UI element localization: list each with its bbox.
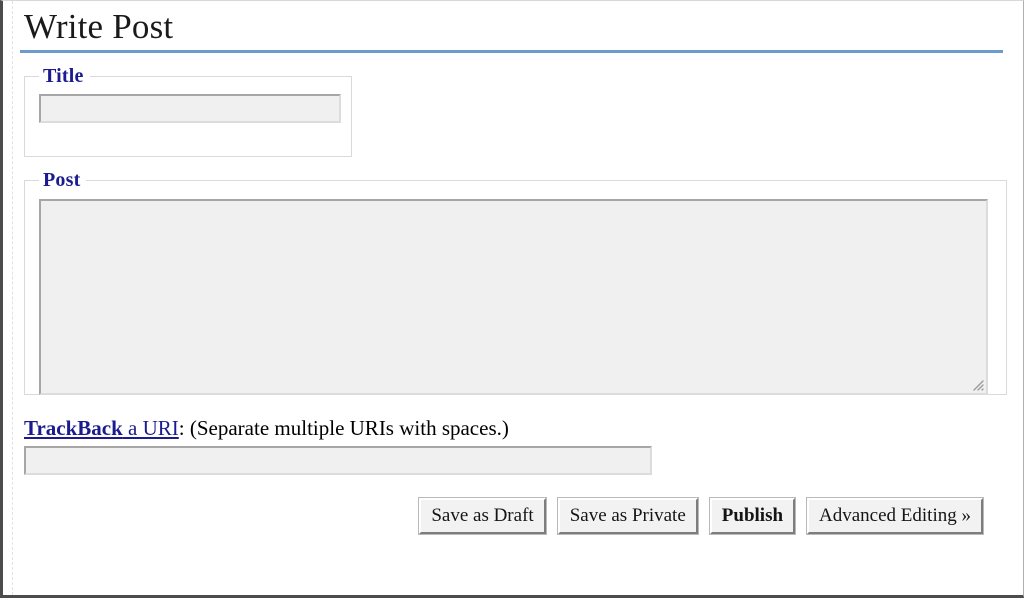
- advanced-editing-button[interactable]: Advanced Editing »: [807, 498, 983, 535]
- save-as-private-button[interactable]: Save as Private: [557, 498, 698, 535]
- title-legend: Title: [43, 65, 84, 88]
- title-underline-rule: [20, 50, 1003, 54]
- trackback-uri-input[interactable]: [24, 446, 652, 476]
- trackback-hint-text: : (Separate multiple URIs with spaces.): [178, 416, 509, 441]
- form-actions: Save as Draft Save as Private Publish Ad…: [20, 498, 983, 535]
- trackback-link[interactable]: TrackBack a URI: [24, 416, 179, 440]
- write-post-form: Write Post Title Post TrackBack a URI: (…: [3, 1, 1023, 535]
- title-fieldset: Title: [24, 65, 352, 158]
- save-as-draft-button[interactable]: Save as Draft: [419, 498, 546, 535]
- trackback-link-bold: TrackBack: [24, 416, 123, 441]
- post-textarea[interactable]: [39, 199, 988, 396]
- trackback-link-rest: a URI: [122, 416, 179, 441]
- trackback-label-row: TrackBack a URI: (Separate multiple URIs…: [24, 416, 1003, 440]
- page-frame: Write Post Title Post TrackBack a URI: (…: [0, 0, 1024, 598]
- post-fieldset: Post: [24, 169, 1007, 396]
- post-legend: Post: [43, 169, 81, 192]
- page-title: Write Post: [24, 7, 174, 46]
- post-textarea-wrapper: [39, 199, 988, 396]
- title-input[interactable]: [39, 94, 341, 124]
- publish-button[interactable]: Publish: [709, 498, 796, 535]
